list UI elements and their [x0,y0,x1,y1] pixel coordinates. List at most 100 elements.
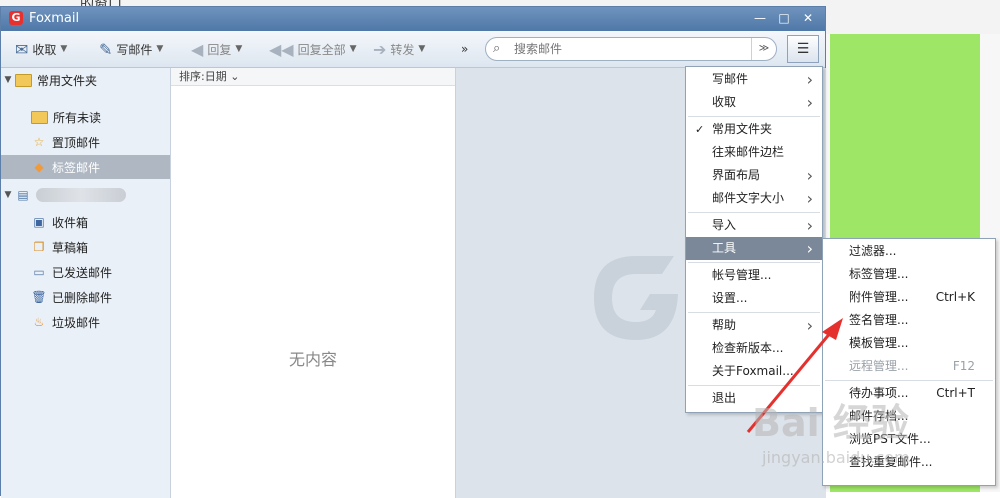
submenu-arrow-icon: › [806,93,813,112]
account-name-blurred [36,188,126,202]
menu-item-label: 退出 [712,391,737,405]
submenu-arrow-icon: › [806,70,813,89]
menu-item-label: 模板管理... [849,336,909,350]
sort-header[interactable]: 排序:日期 ⌄ [171,68,455,86]
menu-item-shortcut: Ctrl+K [935,290,975,304]
menu-item-label: 签名管理... [849,313,909,327]
compose-button[interactable]: ✎ 写邮件 ▼ [99,31,163,67]
tag-icon: ◆ [34,160,44,174]
menu-separator [688,385,820,386]
baidu-watermark-url: jingyan.baidu.com [762,448,910,467]
trash-icon: 🗑 [31,290,47,304]
menu-item[interactable]: 检查新版本... [686,337,822,360]
folder-tagged[interactable]: ◆ 标签邮件 [1,155,170,179]
menu-item-label: 关于Foxmail... [712,364,794,378]
menu-item[interactable]: ✓ 常用文件夹 [686,118,822,141]
menu-item[interactable]: 工具 › [686,237,822,260]
folder-label: 垃圾邮件 [52,315,101,330]
mail-list-pane: 排序:日期 ⌄ 无内容 [171,68,456,498]
envelope-icon: ✉ [15,39,29,59]
menu-item[interactable]: 界面布局 › [686,164,822,187]
account-computer-icon: ▤ [17,188,29,202]
menu-item[interactable]: 设置... [686,287,822,310]
drafts-icon: ❐ [33,240,45,254]
folder-icon [15,73,32,87]
menu-item[interactable]: 签名管理... [823,309,995,332]
checkmark-icon: ✓ [695,123,705,136]
reply-button[interactable]: ◀ 回复 ▼ [191,31,242,67]
receive-button[interactable]: ✉ 收取 ▼ [15,31,67,67]
menu-item[interactable]: 邮件文字大小 › [686,187,822,210]
menu-item[interactable]: 写邮件 › [686,68,822,91]
folder-starred[interactable]: ☆ 置顶邮件 [1,130,170,154]
more-tools-button[interactable]: » [461,31,468,67]
window-controls: — □ ✕ [749,9,819,27]
feather-pen-icon: ✎ [99,39,113,59]
folder-inbox[interactable]: ▣ 收件箱 [1,210,170,234]
receive-label: 收取 [32,42,57,57]
forward-button[interactable]: ➔ 转发 ▼ [373,31,425,67]
menu-item[interactable]: 标签管理... [823,263,995,286]
menu-item-label: 收取 [712,95,737,109]
folder-group-common[interactable]: ▼ 常用文件夹 [1,68,170,92]
chevron-down-icon[interactable]: ▼ [156,44,163,54]
title-bar[interactable]: G Foxmail — □ ✕ [1,7,825,31]
folder-deleted[interactable]: 🗑 已删除邮件 [1,285,170,309]
search-input[interactable] [512,40,746,58]
folder-label: 常用文件夹 [37,73,98,88]
minimize-button[interactable]: — [749,9,771,27]
folder-all-unread[interactable]: 所有未读 [1,105,170,129]
menu-item-label: 附件管理... [849,290,909,304]
more-label: » [461,42,469,56]
search-options-button[interactable]: ≫ [751,38,776,60]
empty-list-text: 无内容 [288,350,337,369]
menu-item[interactable]: 帐号管理... [686,264,822,287]
menu-item[interactable]: 导入 › [686,214,822,237]
menu-item[interactable]: 收取 › [686,91,822,114]
menu-item[interactable]: 附件管理... Ctrl+K [823,286,995,309]
window-title: Foxmail [29,11,80,26]
chevron-down-icon[interactable]: ▼ [350,44,357,54]
search-icon: ⌕ [493,41,501,56]
menu-item[interactable]: 远程管理... F12 [823,355,995,378]
reply-all-button[interactable]: ◀◀ 回复全部 ▼ [269,31,357,67]
forward-arrow-icon: ➔ [373,39,387,59]
menu-item-label: 界面布局 [712,168,761,182]
foxmail-logo-icon: G [9,11,23,25]
menu-item-label: 帮助 [712,318,737,332]
expand-triangle-icon[interactable]: ▼ [1,75,15,85]
submenu-arrow-icon: › [806,216,813,235]
baidu-watermark: Bai 经验 [752,401,909,445]
toolbar: ✉ 收取 ▼ ✎ 写邮件 ▼ ◀ 回复 ▼ ◀◀ 回复全部 ▼ ➔ 转发 ▼ »… [1,31,825,68]
folder-label: 收件箱 [52,215,89,230]
chevron-down-icon[interactable]: ▼ [235,44,242,54]
menu-separator [825,380,993,381]
folder-label: 已删除邮件 [52,290,113,305]
menu-separator [688,116,820,117]
maximize-button[interactable]: □ [773,9,795,27]
folder-junk[interactable]: ♨ 垃圾邮件 [1,310,170,334]
reply-arrow-icon: ◀ [191,39,204,59]
menu-item-label: 导入 [712,218,737,232]
folder-drafts[interactable]: ❐ 草稿箱 [1,235,170,259]
menu-item[interactable]: 往来邮件边栏 [686,141,822,164]
menu-item[interactable]: 过滤器... [823,240,995,263]
folder-sent[interactable]: ▭ 已发送邮件 [1,260,170,284]
main-menu-button[interactable]: ☰ [787,35,819,63]
close-button[interactable]: ✕ [797,9,819,27]
menu-item-label: 检查新版本... [712,341,784,355]
menu-item-label: 往来邮件边栏 [712,145,785,159]
chevron-down-icon[interactable]: ▼ [60,44,67,54]
reply-all-label: 回复全部 [297,42,346,57]
menu-item[interactable]: 关于Foxmail... [686,360,822,383]
menu-item[interactable]: 帮助 › [686,314,822,337]
folder-sidebar: ▼ 常用文件夹 所有未读 ☆ 置顶邮件 ◆ 标签邮件 ▼ ▤ ▣ 收件箱 ❐ 草… [1,68,171,498]
account-node[interactable]: ▼ ▤ [1,183,170,207]
expand-triangle-icon[interactable]: ▼ [1,190,15,200]
search-box[interactable]: ⌕ ≫ [485,37,777,61]
folder-label: 已发送邮件 [52,265,113,280]
menu-item[interactable]: 模板管理... [823,332,995,355]
star-icon: ☆ [33,135,45,149]
chevron-down-icon[interactable]: ▼ [418,44,425,54]
junk-flame-icon: ♨ [33,315,45,329]
